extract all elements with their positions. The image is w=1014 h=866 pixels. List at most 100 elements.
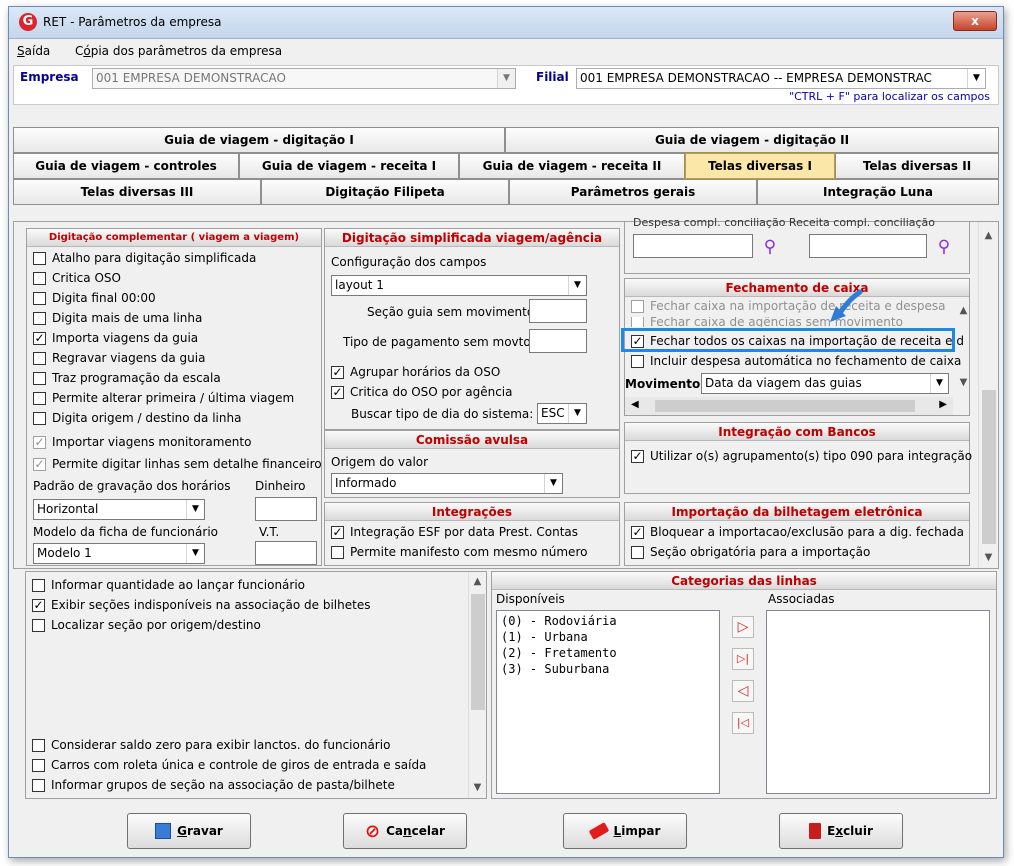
chevron-down-icon: ▼ xyxy=(568,276,586,295)
checkbox-exibir-secoes[interactable]: ✓ Exibir seções indisponíveis na associaç… xyxy=(32,598,370,612)
empresa-label: Empresa xyxy=(20,70,79,84)
checkbox-traz-programacao[interactable]: Traz programação da escala xyxy=(33,371,221,385)
checkbox-permite-alterar[interactable]: Permite alterar primeira / última viagem xyxy=(33,391,294,405)
scroll-up-icon[interactable]: ▲ xyxy=(980,230,997,241)
checkbox-saldo-zero[interactable]: Considerar saldo zero para exibir lancto… xyxy=(32,738,390,752)
tab-digitacao-filipeta[interactable]: Digitação Filipeta xyxy=(261,179,509,205)
panel-title: Fechamento de caixa xyxy=(625,279,969,297)
origem-select[interactable]: Informado ▼ xyxy=(331,473,563,494)
checkbox-grupos-secao[interactable]: Informar grupos de seção na associação d… xyxy=(32,778,395,792)
tab-telas-diversas-2[interactable]: Telas diversas II xyxy=(835,153,999,179)
checkbox-manifesto[interactable]: Permite manifesto com mesmo número xyxy=(331,545,587,559)
checkbox-informar-quantidade[interactable]: Informar quantidade ao lançar funcionári… xyxy=(32,578,305,592)
padrao-select[interactable]: Horizontal ▼ xyxy=(33,499,205,520)
checkbox-critica-agencia[interactable]: ✓ Critica do OSO por agência xyxy=(331,385,513,399)
list-item[interactable]: (2) - Fretamento xyxy=(501,645,715,661)
bottom-area: Informar quantidade ao lançar funcionári… xyxy=(13,569,999,803)
scroll-up-icon[interactable]: ▲ xyxy=(469,576,486,587)
delete-button[interactable]: Excluir xyxy=(779,813,903,849)
tab-parametros-gerais[interactable]: Parâmetros gerais xyxy=(509,179,757,205)
associadas-label: Associadas xyxy=(768,592,835,606)
scroll-down-icon[interactable]: ▼ xyxy=(980,552,997,563)
checkbox-roleta-unica[interactable]: Carros com roleta única e controle de gi… xyxy=(32,758,426,772)
config-select[interactable]: layout 1 ▼ xyxy=(331,275,587,296)
tab-row-1: Guia de viagem - digitação I Guia de via… xyxy=(13,127,999,153)
vertical-scrollbar[interactable]: ▲ ▼ xyxy=(978,222,998,568)
empresa-select[interactable]: 001 EMPRESA DEMONSTRACAO ▼ xyxy=(92,68,516,89)
tab-guia-receita-2[interactable]: Guia de viagem - receita II xyxy=(459,153,685,179)
checkbox-agrupar[interactable]: ✓ Agrupar horários da OSO xyxy=(331,365,500,379)
panel-title: Integração com Bancos xyxy=(625,423,969,441)
cancel-button[interactable]: ⊘ Cancelar xyxy=(343,813,467,849)
dinheiro-input[interactable] xyxy=(255,497,317,521)
checkbox-importar-monitoramento[interactable]: ✓ Importar viagens monitoramento xyxy=(33,435,251,449)
scroll-up-icon[interactable]: ▲ xyxy=(955,305,969,316)
checkbox-incluir-despesa[interactable]: Incluir despesa automática no fechamento… xyxy=(631,354,961,368)
save-button[interactable]: Gravar xyxy=(127,813,251,849)
vt-input[interactable] xyxy=(255,541,317,565)
menu-saida[interactable]: Saída xyxy=(17,44,50,58)
chevron-down-icon: ▼ xyxy=(967,69,985,88)
checkbox-secao-obrigatoria[interactable]: Seção obrigatória para a importação xyxy=(631,545,870,559)
despesa-conciliacao-input[interactable] xyxy=(633,234,753,258)
receita-conciliacao-input[interactable] xyxy=(809,234,927,258)
scroll-down-icon[interactable]: ▼ xyxy=(469,782,486,793)
checkbox-fechar-importacao[interactable]: Fechar caixa na importação de receita e … xyxy=(631,299,945,313)
tab-guia-receita-1[interactable]: Guia de viagem - receita I xyxy=(239,153,459,179)
tab-telas-diversas-3[interactable]: Telas diversas III xyxy=(13,179,261,205)
checkbox-bloquear-importacao[interactable]: ✓ Bloquear a importacao/exclusão para a d… xyxy=(631,525,964,539)
buscar-select[interactable]: ESC ▼ xyxy=(537,403,587,424)
checkbox-linhas-sem-detalhe[interactable]: ✓ Permite digitar linhas sem detalhe fina… xyxy=(33,457,322,471)
scroll-down-icon[interactable]: ▼ xyxy=(955,377,969,388)
scroll-thumb[interactable] xyxy=(982,390,996,544)
clear-button[interactable]: Limpar xyxy=(563,813,687,849)
move-left-icon[interactable]: ◁ xyxy=(732,680,754,702)
tab-telas-diversas-1[interactable]: Telas diversas I xyxy=(685,153,835,179)
checkbox-atalho[interactable]: Atalho para digitação simplificada xyxy=(33,251,256,265)
move-right-icon[interactable]: ▷ xyxy=(732,616,754,638)
secao-input[interactable] xyxy=(529,299,587,323)
panel-title: Digitação simplificada viagem/agência xyxy=(325,229,619,247)
move-all-left-icon[interactable]: |◁ xyxy=(732,712,754,734)
search-icon[interactable]: ⚲ xyxy=(933,236,955,258)
scroll-thumb[interactable] xyxy=(471,594,485,710)
tab-guia-controles[interactable]: Guia de viagem - controles xyxy=(13,153,239,179)
cancel-icon: ⊘ xyxy=(365,820,381,842)
disponiveis-list[interactable]: (0) - Rodoviária (1) - Urbana (2) - Fret… xyxy=(496,610,720,794)
checkbox-localizar-secao[interactable]: Localizar seção por origem/destino xyxy=(32,618,261,632)
main-window: G RET - Parâmetros da empresa x Saída Có… xyxy=(8,6,1004,858)
list-item[interactable]: (3) - Suburbana xyxy=(501,661,715,677)
checkbox-origem-destino[interactable]: Digita origem / destino da linha xyxy=(33,411,241,425)
empresa-filial-bar: Empresa 001 EMPRESA DEMONSTRACAO ▼ Filia… xyxy=(13,65,999,105)
conciliacao-labels: Despesa compl. conciliação Receita compl… xyxy=(633,216,936,229)
menu-copia-parametros[interactable]: Cópia dos parâmetros da empresa xyxy=(75,44,282,58)
move-all-right-icon[interactable]: ▷| xyxy=(732,648,754,670)
tab-guia-digitacao-1[interactable]: Guia de viagem - digitação I xyxy=(13,127,505,153)
checkbox-agrupamento-090[interactable]: ✓ Utilizar o(s) agrupamento(s) tipo 090 p… xyxy=(631,449,972,463)
checkbox-mais-linha[interactable]: Digita mais de uma linha xyxy=(33,311,202,325)
scroll-left-icon[interactable]: ◀ xyxy=(631,399,639,410)
checkbox-importa-viagens[interactable]: ✓ Importa viagens da guia xyxy=(33,331,198,345)
panel-integracoes: Integrações ✓ Integração ESF por data Pre… xyxy=(324,502,620,566)
scroll-right-icon[interactable]: ▶ xyxy=(939,399,947,410)
panel-title: Comissão avulsa xyxy=(325,431,619,449)
filial-select[interactable]: 001 EMPRESA DEMONSTRACAO -- EMPRESA DEMO… xyxy=(576,68,986,89)
checkbox-regravar[interactable]: Regravar viagens da guia xyxy=(33,351,205,365)
list-item[interactable]: (1) - Urbana xyxy=(501,629,715,645)
tab-guia-digitacao-2[interactable]: Guia de viagem - digitação II xyxy=(505,127,999,153)
panel-title: Integrações xyxy=(325,503,619,521)
checkbox-integracao-esf[interactable]: ✓ Integração ESF por data Prest. Contas xyxy=(331,525,578,539)
vertical-scrollbar[interactable]: ▲ ▼ xyxy=(468,572,486,798)
close-button[interactable]: x xyxy=(953,11,997,31)
checkbox-critica-oso[interactable]: Critica OSO xyxy=(33,271,121,285)
associadas-list[interactable] xyxy=(766,610,990,794)
movimento-select[interactable]: Data da viagem das guias ▼ xyxy=(701,373,949,394)
modelo-select[interactable]: Modelo 1 ▼ xyxy=(33,543,205,564)
tab-integracao-luna[interactable]: Integração Luna xyxy=(757,179,999,205)
search-icon[interactable]: ⚲ xyxy=(759,236,781,258)
scroll-thumb[interactable] xyxy=(655,400,915,412)
horizontal-scrollbar[interactable]: ◀ ▶ xyxy=(625,397,953,415)
list-item[interactable]: (0) - Rodoviária xyxy=(501,613,715,629)
tipo-pagamento-input[interactable] xyxy=(529,329,587,353)
checkbox-digita-final[interactable]: Digita final 00:00 xyxy=(33,291,156,305)
